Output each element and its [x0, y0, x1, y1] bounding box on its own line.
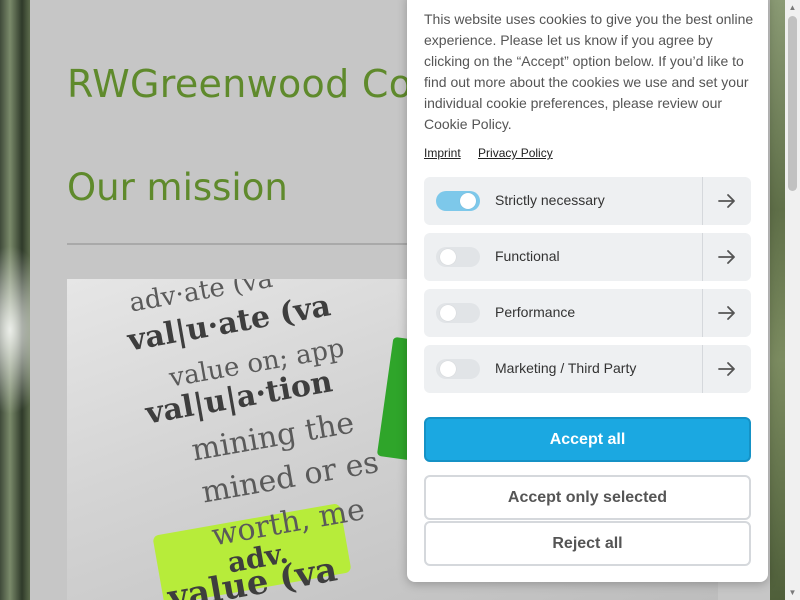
toggle-knob [440, 305, 456, 321]
scroll-down-arrow-icon[interactable]: ▼ [785, 585, 800, 600]
reject-all-button[interactable]: Reject all [424, 521, 751, 566]
toggle-knob [440, 361, 456, 377]
category-expand-button[interactable] [703, 345, 751, 393]
privacy-policy-link[interactable]: Privacy Policy [478, 146, 553, 160]
category-label: Strictly necessary [495, 192, 605, 208]
marketing-toggle[interactable] [436, 359, 480, 379]
category-expand-button[interactable] [703, 233, 751, 281]
category-expand-button[interactable] [703, 177, 751, 225]
cookie-category-marketing: Marketing / Third Party [424, 345, 751, 393]
site-title[interactable]: RWGreenwood Con [67, 62, 437, 106]
category-label: Marketing / Third Party [495, 360, 637, 376]
accept-selected-button[interactable]: Accept only selected [424, 475, 751, 520]
arrow-right-icon [718, 306, 735, 320]
functional-toggle[interactable] [436, 247, 480, 267]
category-label: Performance [495, 304, 576, 320]
toggle-knob [460, 193, 476, 209]
cookie-description: This website uses cookies to give you th… [424, 11, 754, 132]
performance-toggle[interactable] [436, 303, 480, 323]
arrow-right-icon [718, 250, 735, 264]
cookie-category-functional: Functional [424, 233, 751, 281]
toggle-knob [440, 249, 456, 265]
cookie-category-performance: Performance [424, 289, 751, 337]
strictly-necessary-toggle[interactable] [436, 191, 480, 211]
cookie-links: Imprint Privacy Policy [424, 146, 567, 160]
accept-all-button[interactable]: Accept all [424, 417, 751, 462]
section-title: Our mission [67, 166, 288, 209]
arrow-right-icon [718, 362, 735, 376]
scroll-up-arrow-icon[interactable]: ▲ [785, 0, 800, 15]
cookie-consent-dialog: This website uses cookies to give you th… [407, 0, 768, 582]
arrow-right-icon [718, 194, 735, 208]
category-expand-button[interactable] [703, 289, 751, 337]
category-label: Functional [495, 248, 560, 264]
imprint-link[interactable]: Imprint [424, 146, 461, 160]
page-scrollbar[interactable]: ▲ ▼ [785, 0, 800, 600]
scroll-thumb[interactable] [788, 16, 797, 191]
cookie-category-strictly-necessary: Strictly necessary [424, 177, 751, 225]
